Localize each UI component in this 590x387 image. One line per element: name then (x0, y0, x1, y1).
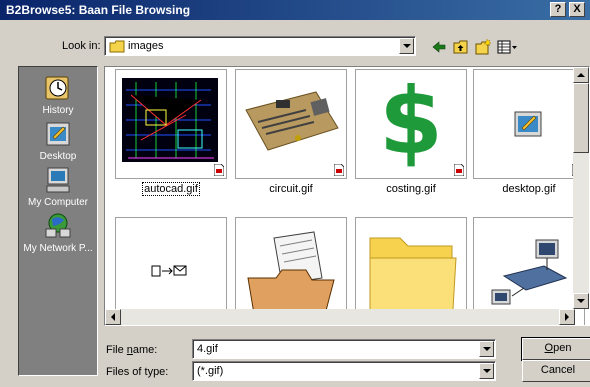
thumbnail (473, 69, 585, 179)
horizontal-scrollbar[interactable] (105, 309, 575, 325)
file-name-value: 4.gif (197, 343, 218, 355)
chevron-down-icon[interactable] (479, 341, 494, 357)
close-button[interactable]: X (569, 2, 585, 17)
my-computer-icon (46, 167, 70, 193)
file-name: desktop.gif (502, 183, 556, 195)
scroll-thumb[interactable] (573, 83, 589, 153)
folder-icon (109, 40, 125, 53)
place-label: My Computer (27, 197, 88, 208)
arrow-down-icon (577, 299, 585, 303)
place-my-computer[interactable]: My Computer (19, 165, 97, 208)
places-bar: History Desktop My Computer My Network P… (18, 66, 98, 376)
file-item-desktop[interactable]: desktop.gif (473, 69, 585, 195)
back-icon[interactable] (430, 38, 448, 56)
look-in-value: images (128, 40, 164, 52)
thumbnail (235, 69, 347, 179)
new-folder-icon[interactable] (474, 38, 492, 56)
place-label: Desktop (39, 151, 77, 162)
file-name: circuit.gif (269, 183, 313, 195)
arrow-right-icon (565, 313, 569, 321)
arrow-left-icon (111, 313, 115, 321)
vertical-scrollbar[interactable] (573, 67, 589, 309)
help-button[interactable]: ? (550, 2, 566, 17)
network-places-icon (45, 213, 71, 238)
view-menu-icon[interactable] (496, 38, 520, 56)
open-button[interactable]: Open (521, 337, 590, 361)
desktop-icon (46, 122, 70, 146)
file-type-label: Files of type: (106, 366, 169, 378)
file-name: autocad.gif (142, 182, 200, 196)
file-type-dropdown[interactable]: (*.gif) (192, 361, 496, 381)
thumbnail: $ (355, 69, 467, 179)
chevron-down-icon[interactable] (479, 363, 494, 379)
file-item-autocad[interactable]: autocad.gif (115, 69, 227, 196)
thumbnail (115, 69, 227, 179)
up-folder-icon[interactable] (452, 38, 470, 56)
file-name: costing.gif (386, 183, 436, 195)
file-badge-icon (454, 164, 464, 176)
file-name-field[interactable]: 4.gif (192, 339, 496, 359)
file-item-circuit[interactable]: circuit.gif (235, 69, 347, 195)
circuit-thumbnail-image (245, 91, 339, 151)
file-badge-icon (334, 164, 344, 176)
arrow-up-icon (577, 73, 585, 77)
file-type-value: (*.gif) (197, 365, 224, 377)
place-desktop[interactable]: Desktop (19, 119, 97, 162)
place-label: My Network P... (23, 243, 93, 254)
scroll-right-button[interactable] (559, 309, 575, 325)
file-item-costing[interactable]: $ costing.gif (355, 69, 467, 195)
scroll-left-button[interactable] (105, 309, 121, 325)
look-in-dropdown[interactable]: images (104, 36, 416, 56)
autocad-thumbnail-image (122, 78, 218, 162)
file-badge-icon (214, 164, 224, 176)
desktop-thumbnail-image (514, 111, 542, 137)
look-in-label: Look in: (62, 40, 101, 52)
file-name-label: File name: (106, 344, 158, 356)
title-bar: B2Browse5: Baan File Browsing ? X (0, 0, 590, 20)
place-history[interactable]: History (19, 73, 97, 116)
dollar-sign-image: $ (378, 69, 443, 175)
file-list[interactable]: autocad.gif circuit.gif $ costing.gif de… (104, 66, 590, 326)
scroll-up-button[interactable] (573, 67, 589, 83)
place-network[interactable]: My Network P... (19, 211, 97, 254)
window-title: B2Browse5: Baan File Browsing (6, 3, 191, 17)
place-label: History (42, 105, 74, 116)
chevron-down-icon[interactable] (399, 38, 414, 54)
cancel-button[interactable]: Cancel (522, 360, 590, 382)
history-icon (45, 76, 69, 100)
scroll-down-button[interactable] (573, 293, 589, 309)
